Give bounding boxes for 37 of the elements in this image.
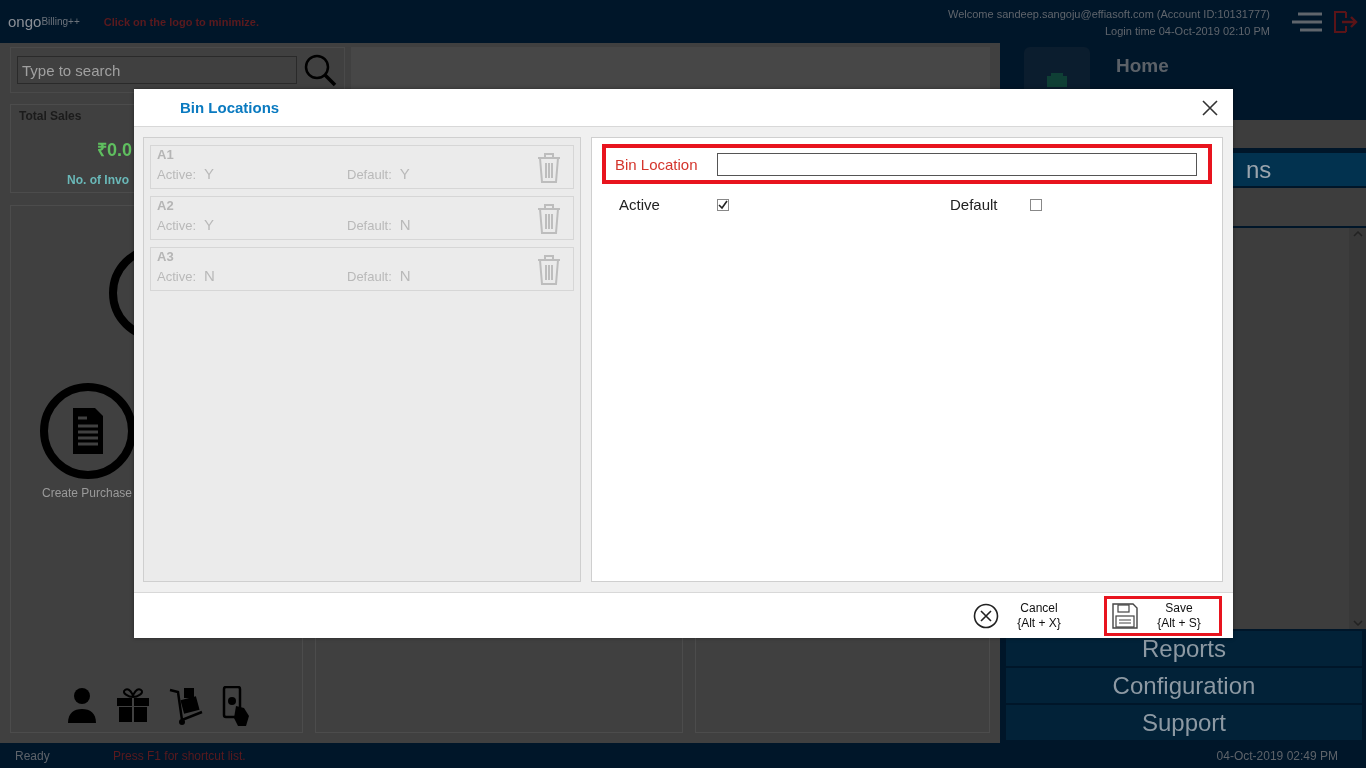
save-button[interactable]: Save {Alt + S}: [1104, 595, 1222, 636]
hint-text: Click on the logo to minimize.: [103, 15, 259, 28]
delete-button[interactable]: [536, 252, 562, 286]
field-label: Bin Location: [615, 155, 699, 173]
delete-button[interactable]: [536, 201, 562, 235]
delete-button[interactable]: [536, 150, 562, 184]
search-field[interactable]: Type to search: [17, 56, 297, 84]
nav-item[interactable]: Support: [1006, 705, 1362, 740]
status-datetime: 04-Oct-2019 02:49 PM: [1216, 748, 1338, 763]
checkbox-label: Active: [619, 196, 661, 213]
checkbox-label: Default: [950, 196, 999, 213]
gift-icon[interactable]: [116, 686, 150, 722]
dialog-title: Bin Locations: [180, 99, 280, 116]
hand-truck-icon[interactable]: [168, 686, 204, 726]
bin-location-field[interactable]: [717, 152, 1197, 176]
exit-icon[interactable]: [1332, 8, 1358, 35]
logo-suffix: Billing++: [41, 16, 80, 27]
phone-payment-icon[interactable]: [222, 686, 250, 726]
panel-title: Home: [1116, 55, 1169, 78]
search-icon[interactable]: [303, 53, 337, 87]
person-icon[interactable]: [66, 686, 98, 724]
action-label[interactable]: Create Purchase: [42, 486, 133, 500]
scrollbar[interactable]: [1349, 228, 1366, 629]
checkbox[interactable]: [1030, 198, 1042, 211]
welcome-text: Welcome sandeep.sangoju@effiasoft.com (Account ID:10131777): [948, 8, 1270, 20]
invoice-count-label: No. of Invo: [67, 173, 129, 187]
shortcut-hint: Press F1 for shortcut list.: [113, 748, 246, 763]
close-button[interactable]: [1201, 98, 1219, 117]
checkbox[interactable]: [717, 198, 729, 211]
login-time: Login time 04-Oct-2019 02:10 PM: [1104, 25, 1270, 37]
close-icon: [973, 602, 999, 629]
sales-amount: ₹0.0: [97, 139, 133, 161]
status-text: Ready: [15, 748, 51, 763]
document-icon: [39, 382, 137, 480]
logo[interactable]: ongo: [8, 13, 42, 30]
nav-item[interactable]: Configuration: [1006, 668, 1362, 703]
menu-icon[interactable]: [1290, 11, 1322, 32]
